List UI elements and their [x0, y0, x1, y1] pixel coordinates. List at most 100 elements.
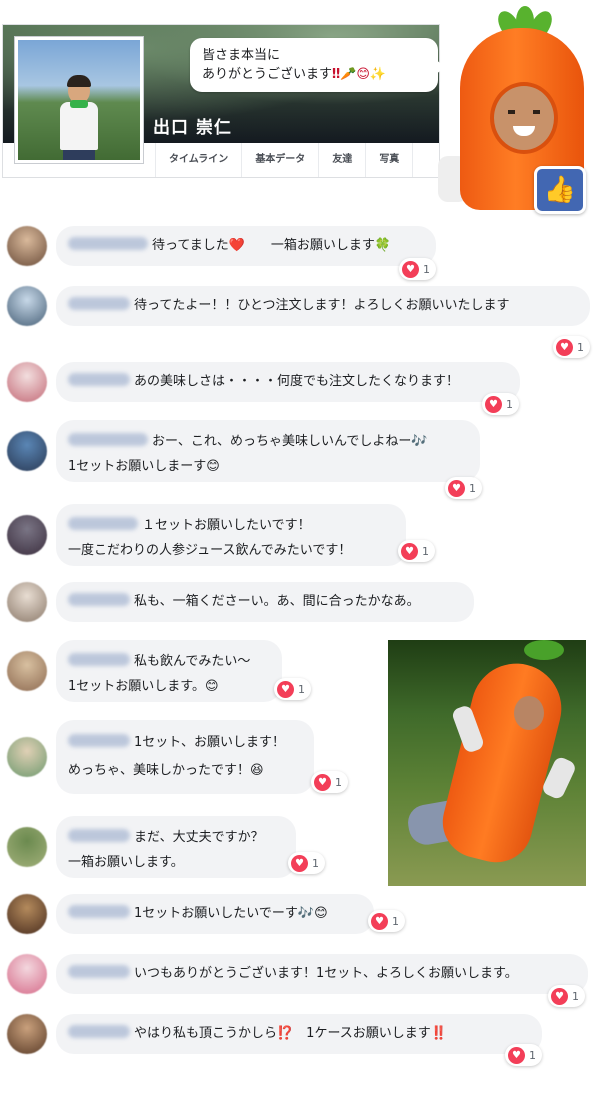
commenter-name-link[interactable]: [68, 237, 148, 250]
reaction-count[interactable]: ♥ 1: [399, 258, 436, 280]
comment-text: おー、これ、めっちゃ美味しいんでしよねー🎶: [68, 429, 466, 454]
reaction-number: 1: [312, 856, 319, 870]
avatar[interactable]: [7, 286, 47, 326]
avatar[interactable]: [7, 894, 47, 934]
commenter-name-link[interactable]: [68, 905, 130, 918]
profile-photo[interactable]: [15, 37, 143, 163]
comment-text: １セットお願いしたいです！: [68, 513, 392, 538]
reaction-number: 1: [572, 989, 579, 1003]
heart-icon: ♥: [551, 987, 568, 1005]
reaction-count[interactable]: ♥ 1: [482, 393, 519, 415]
comment-bubble: やはり私も頂こうかしら⁉️ 1ケースお願いします‼️: [56, 1014, 542, 1054]
comment-bubble: 1セット、お願いします！ めっちゃ、美味しかったです！😆: [56, 720, 314, 794]
comment-bubble: 待ってました❤️ 一箱お願いします🍀: [56, 226, 436, 266]
speech-emojis: ‼🥕😊✨: [332, 67, 387, 82]
comment-bubble: 1セットお願いしたいでーす🎶😊: [56, 894, 374, 934]
comment-text: 待ってました❤️ 一箱お願いします🍀: [68, 233, 422, 258]
profile-name[interactable]: 出口 崇仁: [153, 113, 232, 138]
heart-icon: ♥: [448, 479, 465, 497]
reaction-count[interactable]: ♥ 1: [505, 1044, 542, 1066]
commenter-name-link[interactable]: [68, 373, 130, 386]
reaction-number: 1: [335, 775, 342, 789]
heart-icon: ♥: [402, 260, 419, 278]
commenter-name-link[interactable]: [68, 734, 130, 747]
comment-bubble: 私も、一箱くださーい。あ、間に合ったかなあ。: [56, 582, 474, 622]
heart-icon: ♥: [277, 680, 294, 698]
heart-icon: ♥: [291, 854, 308, 872]
comment-bubble: まだ、大丈夫ですか？ 一箱お願いします。: [56, 816, 296, 878]
reaction-count[interactable]: ♥ 1: [548, 985, 585, 1007]
avatar[interactable]: [7, 737, 47, 777]
reaction-count[interactable]: ♥ 1: [368, 910, 405, 932]
comment-text: 1セットお願いします。😊: [68, 679, 219, 694]
comment-text: 1セットお願いしたいでーす🎶😊: [68, 901, 360, 926]
reaction-number: 1: [423, 262, 430, 276]
like-thumb-icon: 👍: [534, 166, 586, 214]
avatar[interactable]: [7, 515, 47, 555]
comment-text: 私も飲んでみたい〜: [68, 649, 268, 674]
speech-line-2: ありがとうございます‼🥕😊✨: [202, 67, 387, 82]
comment-text: 一箱お願いします。: [68, 855, 184, 870]
reaction-number: 1: [506, 397, 513, 411]
commenter-name-link[interactable]: [68, 829, 130, 842]
profile-tabs: タイムライン 基本データ 友達 写真: [155, 143, 414, 177]
reaction-count[interactable]: ♥ 1: [398, 540, 435, 562]
reaction-count[interactable]: ♥ 1: [288, 852, 325, 874]
commenter-name-link[interactable]: [68, 297, 130, 310]
heart-icon: ♥: [401, 542, 418, 560]
heart-icon: ♥: [556, 338, 573, 356]
tab-about[interactable]: 基本データ: [242, 143, 320, 177]
avatar[interactable]: [7, 582, 47, 622]
commenter-name-link[interactable]: [68, 593, 130, 606]
comment-bubble: いつもありがとうございます！1セット、よろしくお願いします。: [56, 954, 588, 994]
reaction-number: 1: [392, 914, 399, 928]
comment-text: 1セット、お願いします！: [68, 729, 300, 757]
avatar[interactable]: [7, 431, 47, 471]
commenter-name-link[interactable]: [68, 1025, 130, 1038]
reaction-count[interactable]: ♥ 1: [553, 336, 590, 358]
comment-text: あの美味しさは・・・・何度でも注文したくなります！: [68, 369, 506, 394]
comment-text: 一度こだわりの人参ジュース飲んでみたいです！: [68, 543, 352, 558]
heart-icon: ♥: [485, 395, 502, 413]
carrot-field-photo[interactable]: [388, 640, 586, 886]
tab-friends[interactable]: 友達: [319, 143, 367, 177]
avatar[interactable]: [7, 1014, 47, 1054]
reaction-number: 1: [529, 1048, 536, 1062]
avatar[interactable]: [7, 226, 47, 266]
carrot-costume-photo: 👍: [438, 6, 590, 214]
speech-line-1: 皆さま本当に: [202, 48, 281, 63]
speech-bubble: 皆さま本当に ありがとうございます‼🥕😊✨: [190, 38, 446, 92]
comment-text: 待ってたよー！！ひとつ注文します！よろしくお願いいたします: [68, 293, 576, 318]
commenter-name-link[interactable]: [68, 433, 148, 446]
reaction-number: 1: [422, 544, 429, 558]
avatar[interactable]: [7, 827, 47, 867]
comment-text: まだ、大丈夫ですか？: [68, 825, 282, 850]
comment-bubble: 待ってたよー！！ひとつ注文します！よろしくお願いいたします: [56, 286, 590, 326]
reaction-count[interactable]: ♥ 1: [445, 477, 482, 499]
reaction-number: 1: [577, 340, 584, 354]
reaction-count[interactable]: ♥ 1: [274, 678, 311, 700]
reaction-count[interactable]: ♥ 1: [311, 771, 348, 793]
reaction-number: 1: [469, 481, 476, 495]
comment-text: いつもありがとうございます！1セット、よろしくお願いします。: [68, 961, 574, 986]
reaction-number: 1: [298, 682, 305, 696]
tab-photos[interactable]: 写真: [366, 143, 414, 177]
heart-icon: ♥: [314, 773, 331, 791]
avatar[interactable]: [7, 651, 47, 691]
commenter-name-link[interactable]: [68, 965, 130, 978]
comment-text: やはり私も頂こうかしら⁉️ 1ケースお願いします‼️: [68, 1021, 528, 1046]
comment-text: 1セットお願いしまーす😊: [68, 459, 220, 474]
commenter-name-link[interactable]: [68, 653, 130, 666]
comment-bubble: １セットお願いしたいです！ 一度こだわりの人参ジュース飲んでみたいです！: [56, 504, 406, 566]
comment-text: 私も、一箱くださーい。あ、間に合ったかなあ。: [68, 589, 460, 614]
comment-text: めっちゃ、美味しかったです！😆: [68, 763, 264, 778]
tab-timeline[interactable]: タイムライン: [155, 143, 243, 177]
avatar[interactable]: [7, 954, 47, 994]
commenter-name-link[interactable]: [68, 517, 138, 530]
comment-bubble: あの美味しさは・・・・何度でも注文したくなります！: [56, 362, 520, 402]
comment-bubble: おー、これ、めっちゃ美味しいんでしよねー🎶 1セットお願いしまーす😊: [56, 420, 480, 482]
avatar[interactable]: [7, 362, 47, 402]
heart-icon: ♥: [508, 1046, 525, 1064]
comment-bubble: 私も飲んでみたい〜 1セットお願いします。😊: [56, 640, 282, 702]
heart-icon: ♥: [371, 912, 388, 930]
